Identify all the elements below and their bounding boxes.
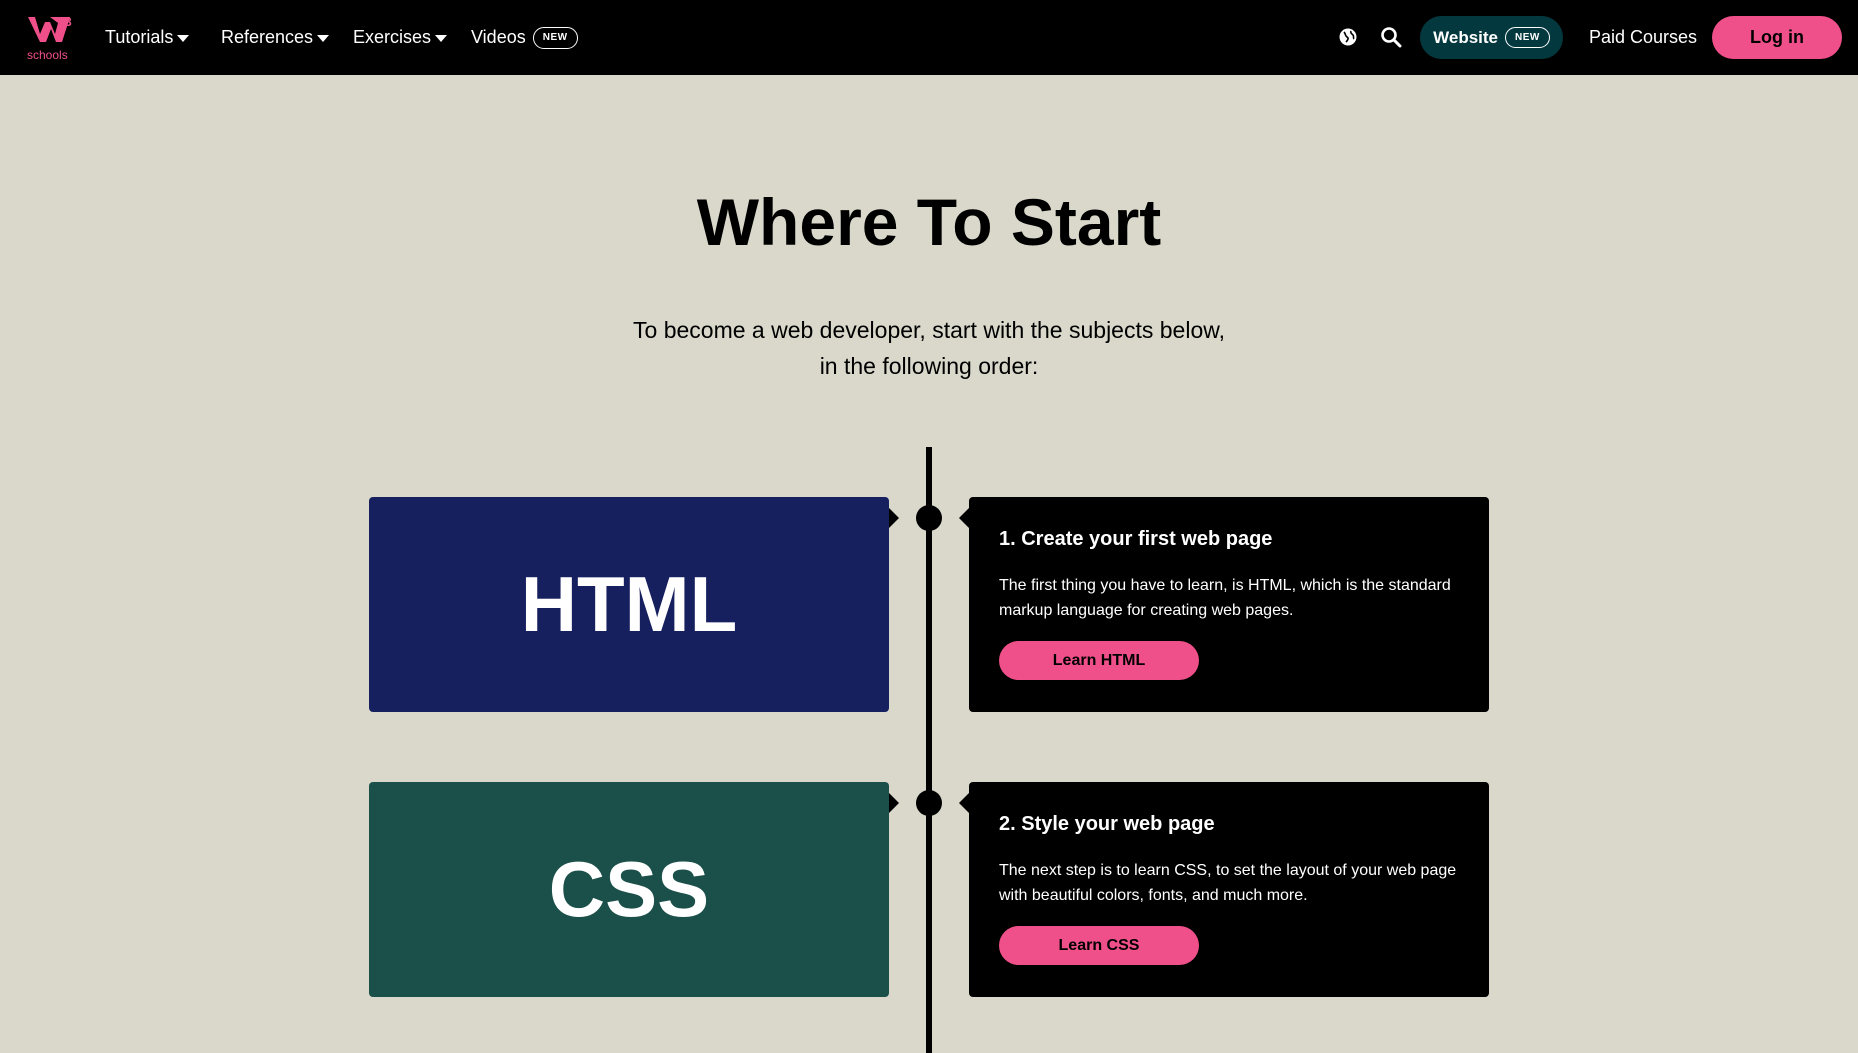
subject-box-html: HTML xyxy=(369,497,889,712)
nav-videos[interactable]: Videos NEW xyxy=(471,0,578,75)
paid-courses-link[interactable]: Paid Courses xyxy=(1589,0,1697,75)
learn-css-button[interactable]: Learn CSS xyxy=(999,926,1199,965)
search-icon[interactable] xyxy=(1379,25,1403,49)
caret-down-icon xyxy=(435,35,448,42)
new-badge: NEW xyxy=(1505,27,1550,48)
nav-exercises-label: Exercises xyxy=(353,27,432,47)
nav-tutorials[interactable]: Tutorials xyxy=(105,0,190,75)
learn-html-button[interactable]: Learn HTML xyxy=(999,641,1199,680)
step-card-html: 1. Create your first web page The first … xyxy=(969,497,1489,712)
login-button[interactable]: Log in xyxy=(1712,16,1842,59)
new-badge: NEW xyxy=(532,26,578,49)
intro-line-1: To become a web developer, start with th… xyxy=(633,317,1225,343)
intro-text: To become a web developer, start with th… xyxy=(579,312,1279,384)
nav-references[interactable]: References xyxy=(221,0,330,75)
timeline-dot xyxy=(916,505,942,531)
nav-exercises[interactable]: Exercises xyxy=(353,0,448,75)
pointer-arrow xyxy=(959,508,969,528)
website-button[interactable]: Website NEW xyxy=(1420,16,1563,59)
top-navbar: 3 schools Tutorials References Exercises… xyxy=(0,0,1858,75)
w3schools-logo[interactable]: 3 schools xyxy=(26,14,76,62)
intro-line-2: in the following order: xyxy=(819,353,1039,379)
step-description: The next step is to learn CSS, to set th… xyxy=(999,862,1457,904)
pointer-arrow xyxy=(889,508,899,528)
step-card-css: 2. Style your web page The next step is … xyxy=(969,782,1489,997)
subject-box-css: CSS xyxy=(369,782,889,997)
website-button-label: Website xyxy=(1433,27,1499,47)
svg-text:schools: schools xyxy=(27,48,68,62)
step-title: 1. Create your first web page xyxy=(999,528,1273,550)
nav-tutorials-label: Tutorials xyxy=(105,27,174,47)
nav-videos-label: Videos xyxy=(471,27,526,47)
step-title: 2. Style your web page xyxy=(999,813,1215,835)
pointer-arrow xyxy=(889,793,899,813)
timeline-dot xyxy=(916,790,942,816)
step-description: The first thing you have to learn, is HT… xyxy=(999,577,1451,619)
timeline-line xyxy=(926,447,932,1053)
caret-down-icon xyxy=(177,35,190,42)
w3schools-logo-icon: 3 schools xyxy=(27,15,72,62)
svg-text:3: 3 xyxy=(65,15,72,29)
caret-down-icon xyxy=(317,35,330,42)
nav-references-label: References xyxy=(221,27,314,47)
pointer-arrow xyxy=(959,793,969,813)
page-title: Where To Start xyxy=(696,185,1162,259)
globe-icon[interactable] xyxy=(1336,25,1360,49)
